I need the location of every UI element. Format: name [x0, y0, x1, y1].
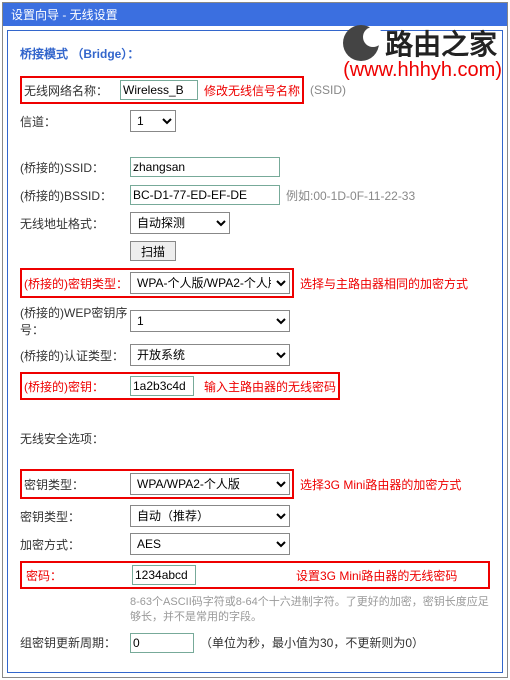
addr-format-select[interactable]: 自动探测: [130, 212, 230, 234]
enc-type-label: 密钥类型：: [24, 476, 130, 493]
password-label: 密码：: [26, 567, 132, 584]
enc-type2-select[interactable]: 自动（推荐）: [130, 505, 290, 527]
bridge-key-annotation: 输入主路由器的无线密码: [204, 378, 336, 395]
security-section-title: 无线安全选项：: [20, 430, 490, 447]
ssid-suffix: (SSID): [310, 83, 346, 97]
renew-label: 组密钥更新周期：: [20, 634, 130, 651]
renew-input[interactable]: [130, 633, 194, 653]
channel-select[interactable]: 1: [130, 110, 176, 132]
scan-button[interactable]: 扫描: [130, 241, 176, 261]
wep-index-label: (桥接的)WEP密钥序号：: [20, 304, 130, 338]
password-input[interactable]: [132, 565, 196, 585]
bridge-mode-label: 桥接模式 （Bridge）：: [20, 45, 490, 62]
enc-type-annotation: 选择3G Mini路由器的加密方式: [300, 476, 461, 493]
alg-select[interactable]: AES: [130, 533, 290, 555]
bridge-key-label: (桥接的)密钥：: [24, 378, 130, 395]
enc-type2-label: 密钥类型：: [20, 508, 130, 525]
enc-type-select[interactable]: WPA/WPA2-个人版: [130, 473, 290, 495]
bridge-keytype-select[interactable]: WPA-个人版/WPA2-个人版: [130, 272, 290, 294]
wlan-name-annotation: 修改无线信号名称: [204, 82, 300, 99]
bssid-example: 例如:00-1D-0F-11-22-33: [286, 187, 415, 204]
wlan-name-input[interactable]: [120, 80, 198, 100]
addr-format-label: 无线地址格式：: [20, 215, 130, 232]
password-hint: 8-63个ASCII码字符或8-64个十六进制字符。了更好的加密，密钥长度应足够…: [130, 595, 490, 626]
alg-label: 加密方式：: [20, 536, 130, 553]
window-title: 设置向导 - 无线设置: [3, 3, 507, 26]
bridge-bssid-input[interactable]: [130, 185, 280, 205]
auth-type-label: (桥接的)认证类型：: [20, 347, 130, 364]
wlan-name-label: 无线网络名称：: [24, 82, 120, 99]
bridge-ssid-label: (桥接的)SSID：: [20, 159, 130, 176]
password-annotation: 设置3G Mini路由器的无线密码: [296, 567, 457, 584]
renew-hint: （单位为秒，最小值为30，不更新则为0）: [200, 634, 424, 651]
bridge-bssid-label: (桥接的)BSSID：: [20, 187, 130, 204]
bridge-key-input[interactable]: [130, 376, 194, 396]
wep-index-select[interactable]: 1: [130, 310, 290, 332]
bridge-keytype-label: (桥接的)密钥类型：: [24, 275, 130, 292]
channel-label: 信道：: [20, 113, 130, 130]
bridge-ssid-input[interactable]: [130, 157, 280, 177]
bridge-keytype-annotation: 选择与主路由器相同的加密方式: [300, 275, 468, 292]
auth-type-select[interactable]: 开放系统: [130, 344, 290, 366]
